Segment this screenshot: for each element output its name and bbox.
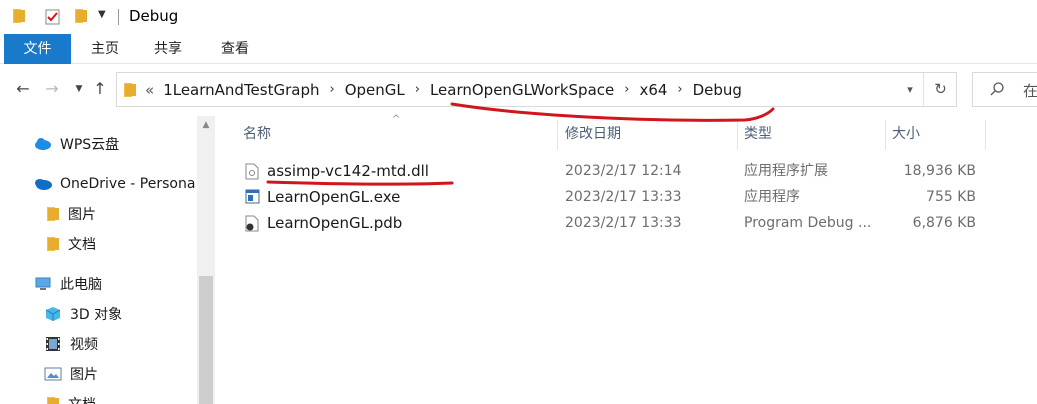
file-date: 2023/2/17 13:33 (565, 215, 682, 231)
properties-icon[interactable] (44, 8, 62, 26)
sidebar-scrollbar[interactable]: ▲ (197, 116, 215, 404)
breadcrumb-learnopenglworkspace[interactable]: LearnOpenGLWorkSpace (430, 81, 614, 99)
tab-view[interactable]: 查看 (212, 34, 258, 64)
video-icon (46, 337, 60, 351)
folder-icon (13, 9, 25, 23)
file-date: 2023/2/17 12:14 (565, 163, 682, 179)
breadcrumb-overflow[interactable]: « (145, 81, 154, 99)
pdb-file-icon (245, 215, 259, 232)
sidebar-item-documents[interactable]: 文档 (46, 231, 96, 257)
navigation-bar: ← → ▼ ↑ « 1LearnAndTestGraph › OpenGL › … (0, 64, 1037, 116)
file-size: 755 KB (926, 189, 976, 205)
exe-file-icon (245, 189, 260, 204)
file-row[interactable]: LearnOpenGL.pdb 2023/2/17 13:33 Program … (215, 210, 1037, 236)
scrollbar-thumb[interactable] (199, 276, 213, 404)
title-bar: ▼ Debug (0, 0, 1037, 34)
back-arrow-icon[interactable]: ← (14, 79, 32, 99)
search-placeholder: 在 (1023, 82, 1037, 100)
sidebar-item-onedrive[interactable]: OneDrive - Persona (34, 171, 195, 197)
column-header-type[interactable]: 类型 (744, 118, 772, 150)
sidebar-item-3d-objects[interactable]: 3D 对象 (44, 301, 122, 327)
chevron-right-icon[interactable]: › (624, 82, 629, 97)
forward-arrow-icon[interactable]: → (43, 79, 61, 99)
address-bar[interactable]: « 1LearnAndTestGraph › OpenGL › LearnOpe… (116, 72, 957, 107)
column-header-size[interactable]: 大小 (892, 118, 920, 150)
sidebar-item-pictures[interactable]: 图片 (46, 201, 96, 227)
cloud-icon (35, 138, 51, 150)
folder-icon (47, 207, 59, 221)
new-folder-icon[interactable] (74, 8, 88, 24)
title-separator (118, 9, 119, 25)
breadcrumb-debug[interactable]: Debug (693, 81, 742, 99)
column-divider[interactable] (557, 120, 558, 150)
folder-icon (124, 83, 136, 97)
folder-icon (47, 237, 59, 251)
onedrive-icon (35, 179, 52, 190)
column-header-name[interactable]: 名称 (243, 118, 271, 150)
recent-locations-icon[interactable]: ▼ (70, 79, 88, 99)
address-dropdown-icon[interactable]: ▾ (897, 73, 923, 106)
scroll-up-icon[interactable]: ▲ (197, 120, 215, 130)
file-type: Program Debug ... (744, 215, 872, 231)
search-box[interactable]: 在 (972, 72, 1037, 107)
sidebar-item-videos[interactable]: 视频 (44, 331, 98, 357)
window-title: Debug (129, 7, 179, 25)
column-divider[interactable] (885, 120, 886, 150)
breadcrumb-x64[interactable]: x64 (639, 81, 667, 99)
navigation-pane: WPS云盘 OneDrive - Persona 图片 文档 此电脑 3D 对象 (0, 116, 215, 404)
refresh-icon[interactable]: ↻ (923, 73, 957, 106)
chevron-right-icon[interactable]: › (330, 82, 335, 97)
folder-icon (47, 397, 59, 404)
file-type: 应用程序扩展 (744, 163, 828, 179)
sidebar-item-this-pc[interactable]: 此电脑 (34, 271, 102, 297)
tab-share[interactable]: 共享 (145, 34, 191, 64)
up-arrow-icon[interactable]: ↑ (91, 79, 109, 99)
sidebar-item-documents-pc[interactable]: 文档 (46, 391, 96, 404)
file-name[interactable]: assimp-vc142-mtd.dll (267, 158, 429, 184)
sidebar-item-wps-cloud[interactable]: WPS云盘 (34, 131, 119, 157)
chevron-right-icon[interactable]: › (677, 82, 682, 97)
file-list: ^ 名称 修改日期 类型 大小 assimp-vc142-mtd.dll 202… (215, 114, 1037, 404)
file-name[interactable]: LearnOpenGL.pdb (267, 210, 402, 236)
picture-icon (44, 367, 62, 381)
column-divider[interactable] (737, 120, 738, 150)
tab-file[interactable]: 文件 (4, 34, 71, 64)
pc-icon (35, 277, 51, 290)
sidebar-item-pictures-pc[interactable]: 图片 (44, 361, 98, 387)
breadcrumb: « 1LearnAndTestGraph › OpenGL › LearnOpe… (145, 73, 742, 106)
tab-home[interactable]: 主页 (82, 34, 128, 64)
column-divider[interactable] (985, 120, 986, 150)
file-size: 18,936 KB (903, 163, 976, 179)
ribbon-tabs: 文件 主页 共享 查看 (0, 34, 1037, 64)
chevron-right-icon[interactable]: › (415, 82, 420, 97)
sort-ascending-icon: ^ (392, 114, 401, 125)
file-row[interactable]: LearnOpenGL.exe 2023/2/17 13:33 应用程序 755… (215, 184, 1037, 210)
file-row[interactable]: assimp-vc142-mtd.dll 2023/2/17 12:14 应用程… (215, 158, 1037, 184)
dll-file-icon (245, 163, 259, 180)
breadcrumb-1learnandtestgraph[interactable]: 1LearnAndTestGraph (163, 81, 319, 99)
file-name[interactable]: LearnOpenGL.exe (267, 184, 400, 210)
customize-quick-access-icon[interactable]: ▼ (98, 9, 106, 20)
search-icon (990, 82, 1004, 96)
breadcrumb-opengl[interactable]: OpenGL (345, 81, 405, 99)
file-size: 6,876 KB (912, 215, 976, 231)
cube-icon (45, 307, 61, 321)
column-header-date[interactable]: 修改日期 (565, 118, 621, 150)
file-type: 应用程序 (744, 189, 800, 205)
file-date: 2023/2/17 13:33 (565, 189, 682, 205)
